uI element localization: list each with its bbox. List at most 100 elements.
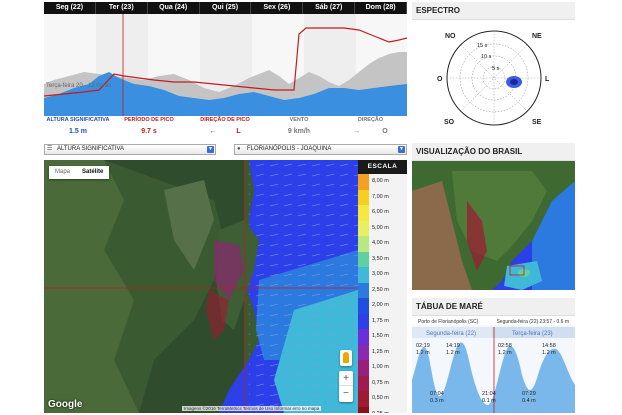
scale-swatch: [358, 220, 369, 236]
day-tab[interactable]: Seg (22): [44, 2, 96, 14]
scale-swatch: [358, 189, 369, 205]
parameter-select-value: ALTURA SIGNIFICATIVA: [57, 146, 125, 152]
scale-title: ESCALA: [358, 160, 407, 174]
scale-item: 7,00 m: [358, 189, 407, 205]
spectrum-ring-label: 5 s: [492, 66, 500, 72]
app-root: Seg (22) Ter (23) Qua (24) Qui (25) Sex …: [0, 0, 622, 415]
tide-high-time: 14:58: [542, 343, 556, 349]
scale-label: 1,75 m: [372, 317, 389, 324]
legend-values: 1.5 m 9.7 s ← L 9 km/h → O: [44, 128, 407, 135]
location-select[interactable]: ● FLORIANÓPOLIS - JOAQUINA ▼: [234, 144, 407, 155]
list-icon: ☰: [47, 146, 53, 152]
tide-chart[interactable]: Segunda-feira (22) Terça-feira (23) 02:1…: [412, 325, 575, 413]
arrow-left-icon: ←: [209, 128, 217, 135]
map-type-mapa[interactable]: Mapa: [49, 166, 76, 179]
tide-low-height: 0.4 m: [522, 398, 536, 404]
google-logo: Google: [48, 399, 83, 410]
scale-label: 3,50 m: [372, 255, 389, 262]
scale-swatch: [358, 344, 369, 360]
scale-item: 4,00 m: [358, 236, 407, 252]
value-direction-text: L: [236, 128, 241, 135]
legend-label-wind-direction: DIREÇÃO: [357, 117, 384, 123]
scale-swatch: [358, 205, 369, 221]
chart-time-note: Terça-feira 20 - 12 horas: [46, 83, 112, 89]
scale-item: 5,00 m: [358, 220, 407, 236]
scale-swatch: [358, 375, 369, 391]
day-tab[interactable]: Sáb (27): [303, 2, 356, 14]
value-period: 9.7 s: [141, 128, 157, 135]
map-type-control: Mapa Satélite: [49, 166, 110, 179]
scale-label: 3,00 m: [372, 271, 389, 277]
day-tab[interactable]: Qua (24): [148, 2, 200, 14]
scale-item: 0,25 m: [358, 406, 407, 414]
value-wind: 9 km/h: [287, 128, 311, 135]
day-tab[interactable]: Dom (28): [355, 2, 408, 14]
scale-swatch: [358, 313, 369, 329]
brazil-panel: VISUALIZAÇÃO DO BRASIL: [412, 143, 575, 290]
tide-day-label: Terça-feira (23): [512, 331, 553, 337]
scale-swatch: [358, 406, 369, 413]
scale-label: 6,00 m: [372, 209, 389, 215]
chevron-down-icon: ▼: [207, 146, 214, 153]
map-type-satelite[interactable]: Satélite: [76, 166, 109, 179]
tide-low-height: 0.3 m: [430, 398, 444, 404]
wave-height-chart[interactable]: [44, 14, 407, 116]
scale-swatch: [358, 282, 369, 298]
day-tab[interactable]: Sex (26): [251, 2, 304, 14]
zoom-out-button[interactable]: −: [339, 386, 353, 401]
scale-swatch: [358, 174, 369, 190]
value-wind-direction-text: O: [382, 128, 388, 135]
scale-item: 6,00 m: [358, 205, 407, 221]
day-tab[interactable]: Ter (23): [96, 2, 148, 14]
tide-high-height: 1.2 m: [542, 350, 556, 356]
direction-label-so: SO: [444, 119, 455, 126]
tide-high-height: 1.2 m: [416, 350, 430, 356]
scale-swatch: [358, 267, 369, 283]
tide-low-height: 0.1 m: [482, 398, 496, 404]
scale-item: 1,75 m: [358, 313, 407, 329]
arrow-right-icon: →: [353, 128, 361, 135]
scale-item: 3,50 m: [358, 251, 407, 267]
tide-high-time: 14:19: [446, 343, 460, 349]
scale-label: 1,25 m: [372, 348, 389, 355]
scale-swatch: [358, 298, 369, 314]
direction-label-ne: NE: [532, 33, 542, 40]
zoom-in-button[interactable]: +: [339, 371, 353, 386]
scale-label: 0,75 m: [372, 379, 389, 386]
spectrum-polar-plot: 15 s 10 s 5 s NO NE O L SO SE: [437, 30, 550, 126]
scale-swatch: [358, 360, 369, 376]
legend-labels: ALTURA SIGNIFICATIVA PERÍODO DE PICO DIR…: [44, 117, 407, 123]
brazil-map[interactable]: [412, 161, 575, 290]
day-selector: Seg (22) Ter (23) Qua (24) Qui (25) Sex …: [44, 2, 408, 14]
scale-swatch: [358, 251, 369, 267]
selects-bar: ☰ ALTURA SIGNIFICATIVA ▼ ● FLORIANÓPOLIS…: [44, 144, 407, 156]
map-footer[interactable]: Imagens ©2016 TerraMetrics Termos de Uso…: [182, 406, 322, 411]
wave-map[interactable]: Mapa Satélite ESCALA 8,00 m 7,00 m 6,00 m 5…: [44, 160, 407, 413]
legend-label-direction: DIREÇÃO DE PICO: [200, 117, 250, 123]
scale-label: 0,25 m: [372, 411, 389, 414]
forecast-chart: Seg (22) Ter (23) Qua (24) Qui (25) Sex …: [44, 2, 408, 140]
legend-label-height: ALTURA SIGNIFICATIVA: [46, 117, 110, 123]
scale-item: 0,75 m: [358, 375, 407, 391]
scale-label: 1,50 m: [372, 333, 389, 339]
value-direction: ← L: [186, 128, 264, 135]
spectrum-ring-label: 10 s: [481, 54, 492, 60]
value-height: 1.5 m: [69, 128, 87, 135]
location-select-value: FLORIANÓPOLIS - JOAQUINA: [247, 146, 332, 152]
chevron-down-icon: ▼: [398, 146, 405, 153]
scale-item: 3,00 m: [358, 267, 407, 283]
brazil-title: VISUALIZAÇÃO DO BRASIL: [412, 143, 575, 161]
scale-label: 0,50 m: [372, 395, 389, 401]
scale-item: 1,00 m: [358, 360, 407, 376]
day-tab[interactable]: Qui (25): [200, 2, 252, 14]
tide-panel: TÁBUA DE MARÉ Porto de Florianópolis (SC…: [412, 298, 575, 413]
tide-high-height: 1.2 m: [498, 350, 512, 356]
tide-low-time: 07:29: [522, 391, 536, 397]
parameter-select[interactable]: ☰ ALTURA SIGNIFICATIVA ▼: [44, 144, 216, 155]
street-view-pegman-icon[interactable]: [340, 350, 352, 366]
tide-high-time: 02:19: [416, 343, 430, 349]
tide-low-time: 07:04: [430, 391, 444, 397]
tide-low-time: 21:04: [482, 391, 496, 397]
location-pin-icon: ●: [237, 146, 241, 152]
scale-label: 8,00 m: [372, 178, 389, 184]
